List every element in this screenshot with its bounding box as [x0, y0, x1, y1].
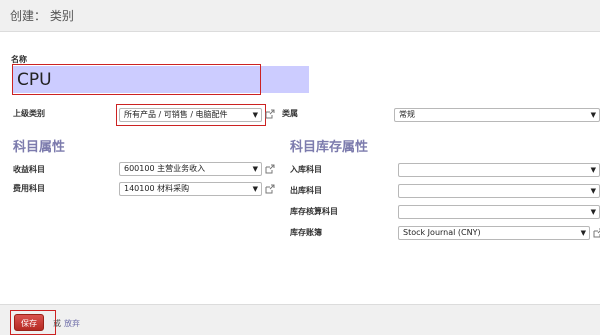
stock-accounts-section-title: 科目库存属性 — [290, 140, 369, 155]
stock-output-account-select[interactable]: ▼ — [398, 184, 600, 198]
page-title: 创建： 类别 — [10, 9, 74, 23]
parent-category-value: 所有产品 / 可销售 / 电脑配件 — [124, 110, 228, 119]
name-label: 名称 — [11, 55, 27, 64]
category-form-page: 创建： 类别 名称 上级类别 所有产品 / 可销售 / 电脑配件 ▼ 类属 常规… — [0, 0, 600, 335]
caret-down-icon: ▼ — [590, 187, 596, 195]
caret-down-icon: ▼ — [252, 185, 258, 193]
discard-link[interactable]: 放弃 — [64, 318, 80, 329]
stock-input-account-label: 入库科目 — [290, 165, 322, 174]
or-text: 或 — [53, 319, 61, 328]
form-footer — [0, 304, 600, 335]
external-link-icon[interactable] — [264, 163, 276, 175]
stock-valuation-account-select[interactable]: ▼ — [398, 205, 600, 219]
caret-down-icon: ▼ — [590, 208, 596, 216]
stock-input-account-select[interactable]: ▼ — [398, 163, 600, 177]
income-account-select[interactable]: 600100 主营业务收入 ▼ — [119, 162, 262, 176]
caret-down-icon: ▼ — [590, 166, 596, 174]
caret-down-icon: ▼ — [252, 111, 258, 119]
stock-output-account-label: 出库科目 — [290, 186, 322, 195]
category-type-select[interactable]: 常规 ▼ — [394, 108, 600, 122]
stock-valuation-account-label: 库存核算科目 — [290, 207, 338, 216]
caret-down-icon: ▼ — [252, 165, 258, 173]
save-button[interactable]: 保存 — [14, 314, 44, 331]
expense-account-select[interactable]: 140100 材料采购 ▼ — [119, 182, 262, 196]
stock-journal-select[interactable]: Stock Journal (CNY) ▼ — [398, 226, 590, 240]
form-header: 创建： 类别 — [0, 0, 600, 32]
parent-category-select[interactable]: 所有产品 / 可销售 / 电脑配件 ▼ — [119, 108, 262, 122]
category-type-label: 类属 — [282, 109, 298, 118]
parent-category-label: 上级类别 — [13, 109, 45, 118]
caret-down-icon: ▼ — [580, 229, 586, 237]
stock-journal-value: Stock Journal (CNY) — [403, 228, 481, 237]
external-link-icon[interactable] — [592, 227, 600, 239]
accounts-section-title: 科目属性 — [13, 140, 66, 155]
category-type-value: 常规 — [399, 110, 415, 119]
expense-account-value: 140100 材料采购 — [124, 184, 190, 193]
income-account-value: 600100 主营业务收入 — [124, 164, 206, 173]
expense-account-label: 费用科目 — [13, 184, 45, 193]
external-link-icon[interactable] — [264, 183, 276, 195]
external-link-icon[interactable] — [264, 108, 276, 120]
caret-down-icon: ▼ — [590, 111, 596, 119]
income-account-label: 收益科目 — [13, 165, 45, 174]
name-input[interactable] — [12, 66, 309, 93]
stock-journal-label: 库存账簿 — [290, 228, 322, 237]
